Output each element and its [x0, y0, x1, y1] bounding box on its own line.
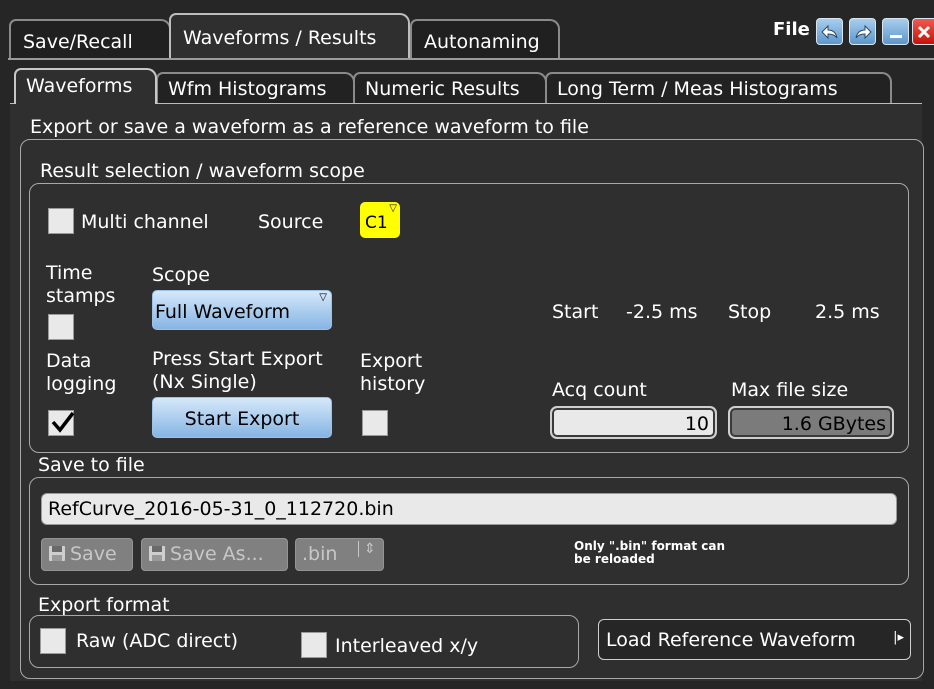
- tab-label: Wfm Histograms: [168, 78, 327, 100]
- start-export-label: Start Export: [184, 408, 300, 430]
- filename-input[interactable]: RefCurve_2016-05-31_0_112720.bin: [41, 493, 897, 525]
- tab-label: Waveforms: [26, 75, 133, 97]
- multi-channel-checkbox[interactable]: [48, 208, 74, 234]
- acq-count-input[interactable]: 10: [550, 406, 717, 439]
- close-button[interactable]: [912, 18, 934, 45]
- max-file-size-label: Max file size: [731, 379, 849, 401]
- source-select[interactable]: C1 ▽: [360, 202, 400, 238]
- stop-label: Stop: [728, 301, 772, 323]
- scope-dropdown[interactable]: Full Waveform ▽: [152, 290, 332, 330]
- tab-label: Save/Recall: [23, 31, 133, 53]
- tab-save-recall[interactable]: Save/Recall: [9, 19, 171, 59]
- forward-button[interactable]: [849, 18, 876, 45]
- save-button[interactable]: Save: [41, 538, 133, 571]
- tab-label: Long Term / Meas Histograms: [557, 78, 838, 100]
- tab-numeric-results[interactable]: Numeric Results: [353, 72, 547, 104]
- window-bottom-edge: [0, 681, 934, 689]
- data-logging-checkbox[interactable]: [48, 410, 75, 436]
- time-stamps-checkbox[interactable]: [48, 314, 74, 340]
- tab-label: Autonaming: [424, 31, 540, 53]
- floppy-disk-icon: [149, 546, 165, 561]
- multi-channel-label: Multi channel: [81, 211, 209, 233]
- nx-single-label: (Nx Single): [152, 371, 257, 393]
- start-export-button[interactable]: Start Export: [152, 397, 332, 438]
- tab-label: Numeric Results: [365, 78, 520, 100]
- export-history-label-2: history: [360, 373, 426, 395]
- save-as-button[interactable]: Save As...: [141, 538, 288, 571]
- interleaved-label: Interleaved x/y: [335, 635, 479, 657]
- source-value: C1: [365, 213, 388, 233]
- result-selection-title: Result selection / waveform scope: [40, 160, 365, 182]
- max-file-size-value: 1.6: [781, 413, 812, 435]
- export-history-label: Export: [360, 350, 423, 372]
- file-label: File: [773, 19, 810, 40]
- raw-adc-label: Raw (ADC direct): [76, 630, 239, 652]
- save-as-label: Save As...: [170, 543, 264, 565]
- start-label: Start: [552, 301, 599, 323]
- forward-icon: [855, 24, 872, 39]
- load-reference-waveform-button[interactable]: Load Reference Waveform |▸: [598, 619, 911, 660]
- save-label: Save: [70, 543, 117, 565]
- filename-value: RefCurve_2016-05-31_0_112720.bin: [48, 498, 394, 520]
- time-stamps-label-2: stamps: [46, 285, 116, 307]
- data-logging-label-2: logging: [46, 373, 117, 395]
- scope-label: Scope: [152, 264, 210, 286]
- tab-autonaming[interactable]: Autonaming: [410, 19, 560, 59]
- tab-divider: [8, 58, 934, 60]
- scope-value: Full Waveform: [155, 301, 290, 323]
- spinner-icon: ⇕: [358, 541, 376, 557]
- tab-long-term-meas-histograms[interactable]: Long Term / Meas Histograms: [545, 72, 892, 104]
- press-start-label: Press Start Export: [152, 348, 323, 370]
- tab-waveforms-results[interactable]: Waveforms / Results: [169, 13, 410, 60]
- reload-note: Only ".bin" format can be reloaded: [574, 540, 725, 566]
- raw-adc-checkbox[interactable]: [40, 628, 66, 654]
- max-file-size-unit: GBytes: [817, 413, 886, 435]
- reload-note-line-1: Only ".bin" format can: [574, 539, 725, 553]
- stop-value: 2.5 ms: [815, 301, 880, 323]
- max-file-size-field: 1.6 GBytes: [728, 406, 894, 439]
- start-value: -2.5 ms: [626, 301, 698, 323]
- floppy-disk-icon: [49, 546, 65, 561]
- back-icon: [820, 24, 837, 39]
- dropdown-arrow-icon: ▽: [389, 203, 397, 214]
- close-icon: [917, 25, 930, 38]
- tab-waveforms[interactable]: Waveforms: [14, 68, 157, 104]
- acq-count-label: Acq count: [552, 379, 647, 401]
- interleaved-checkbox[interactable]: [301, 632, 327, 658]
- file-format-value: .bin: [302, 543, 338, 565]
- submenu-arrow-icon: |▸: [893, 630, 904, 645]
- tab-wfm-histograms[interactable]: Wfm Histograms: [156, 72, 355, 104]
- description-text: Export or save a waveform as a reference…: [30, 116, 589, 138]
- reload-note-line-2: be reloaded: [574, 552, 655, 566]
- minimize-button[interactable]: [882, 18, 909, 45]
- save-to-file-title: Save to file: [38, 454, 145, 476]
- minimize-icon: [889, 34, 902, 38]
- file-format-select[interactable]: .bin ⇕: [295, 538, 384, 571]
- export-format-title: Export format: [38, 594, 170, 616]
- load-reference-label: Load Reference Waveform: [606, 629, 856, 651]
- checkmark-icon: [51, 411, 75, 433]
- back-button[interactable]: [816, 18, 843, 45]
- time-stamps-label: Time: [46, 262, 93, 284]
- export-history-checkbox[interactable]: [362, 410, 388, 436]
- dropdown-arrow-icon: ▽: [319, 292, 327, 303]
- data-logging-label: Data: [46, 350, 92, 372]
- tab-label: Waveforms / Results: [183, 27, 377, 49]
- source-label: Source: [258, 211, 324, 233]
- acq-count-value: 10: [684, 413, 709, 435]
